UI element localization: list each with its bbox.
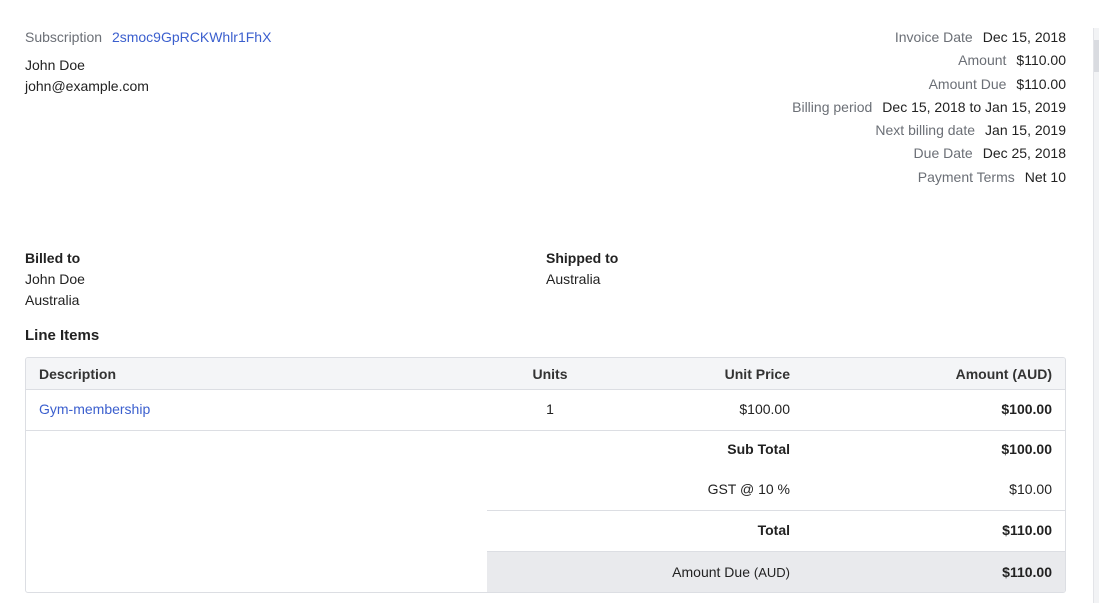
shipped-to-country: Australia [546,271,601,287]
header-units: Units [532,366,568,382]
meta-key: Invoice Date [894,29,973,45]
meta-value: Dec 15, 2018 [982,29,1066,45]
amount-due-label-group: Amount Due (AUD) [672,564,790,580]
meta-key: Next billing date [875,122,976,139]
meta-key: Amount Due [928,75,1007,92]
billed-to-block: Billed to John Doe Australia [25,248,85,311]
total-row: Total $110.00 [487,510,1065,552]
meta-amount-due: Amount Due $110.00 [792,74,1066,97]
subtotal-label: Sub Total [727,441,790,457]
meta-value: Jan 15, 2019 [985,122,1066,139]
meta-due-date: Due Date Dec 25, 2018 [792,143,1066,166]
meta-amount: Amount $110.00 [792,50,1066,73]
meta-value: $110.00 [1016,52,1066,69]
header-unit-price: Unit Price [724,366,790,382]
subscription-label: Subscription [25,29,103,45]
invoice-meta-list: Invoice Date Dec 15, 2018 Amount $110.00 A… [792,27,1066,190]
item-amount: $100.00 [1001,401,1052,417]
subscription-line: Subscription 2smoc9GpRCKWhlr1FhX [25,28,271,46]
subtotal-value: $100.00 [1001,441,1052,457]
amount-due-label: Amount Due [672,564,750,580]
meta-key: Due Date [913,145,973,162]
meta-billing-period: Billing period Dec 15, 2018 to Jan 15, 20… [792,97,1066,120]
meta-value: Dec 25, 2018 [982,145,1066,162]
meta-invoice-date: Invoice Date Dec 15, 2018 [792,27,1066,50]
vertical-scrollbar[interactable] [1093,28,1099,603]
total-value: $110.00 [1002,522,1052,538]
meta-key: Payment Terms [917,168,1015,185]
meta-key: Amount [958,52,1007,69]
meta-next-billing-date: Next billing date Jan 15, 2019 [792,120,1066,143]
customer-email: john@example.com [25,78,149,94]
scrollbar-thumb[interactable] [1094,40,1099,72]
item-description-link[interactable]: Gym-membership [39,401,150,417]
billed-to-name: John Doe [25,271,85,287]
amount-due-value: $110.00 [1002,564,1052,580]
invoice-page: Subscription 2smoc9GpRCKWhlr1FhX John Do… [0,0,1099,603]
meta-key: Billing period [792,98,873,115]
item-unit-price: $100.00 [739,401,790,417]
header-description: Description [39,366,117,382]
customer-name: John Doe [25,57,85,73]
line-items-table: Description Units Unit Price Amount (AUD… [25,357,1066,593]
line-items-title: Line Items [25,327,100,344]
amount-due-currency: (AUD) [753,565,790,580]
subscription-id-link[interactable]: 2smoc9GpRCKWhlr1FhX [112,29,272,45]
tax-row: GST @ 10 % $10.00 [487,470,1065,510]
subtotal-row: Sub Total $100.00 [487,430,1065,470]
item-units: 1 [546,401,554,417]
table-row: Gym-membership 1 $100.00 $100.00 [26,390,1065,431]
meta-value: $110.00 [1016,75,1066,92]
tax-label: GST @ 10 % [707,481,790,497]
amount-due-row: Amount Due (AUD) $110.00 [487,551,1065,592]
shipped-to-title: Shipped to [546,250,619,266]
billed-to-title: Billed to [25,250,81,266]
header-amount: Amount (AUD) [955,366,1052,382]
table-header: Description Units Unit Price Amount (AUD… [26,358,1065,390]
meta-value: Net 10 [1024,168,1066,185]
meta-payment-terms: Payment Terms Net 10 [792,167,1066,190]
shipped-to-block: Shipped to Australia [546,248,618,290]
tax-value: $10.00 [1009,481,1052,497]
meta-value: Dec 15, 2018 to Jan 15, 2019 [882,98,1066,115]
total-label: Total [757,522,790,538]
billed-to-country: Australia [25,292,80,308]
